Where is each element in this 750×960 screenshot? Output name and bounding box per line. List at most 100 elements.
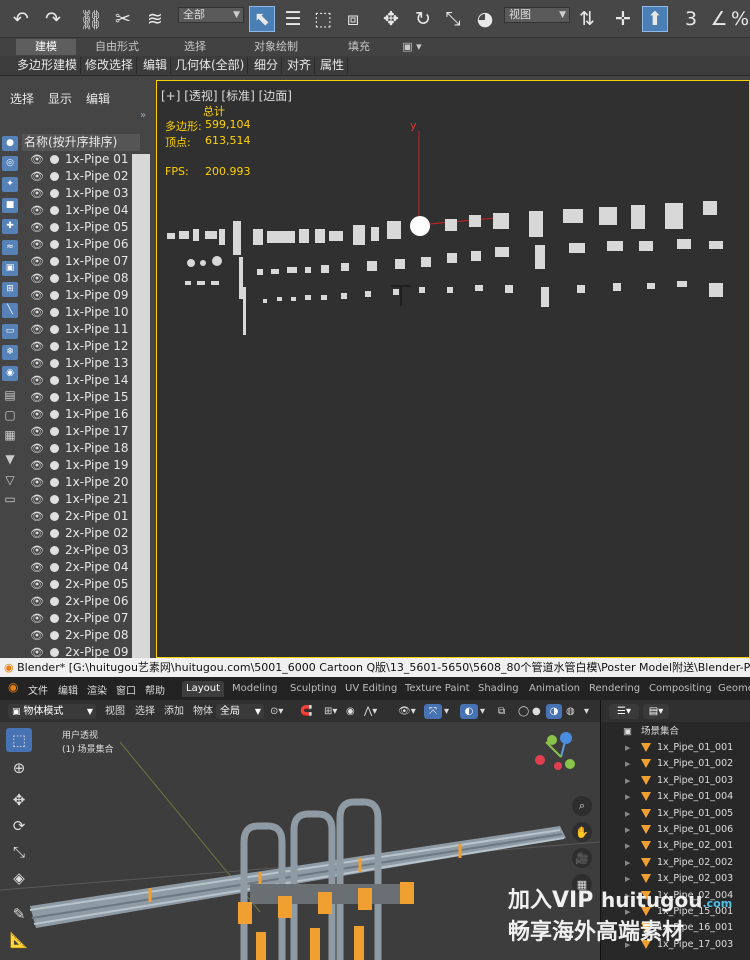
freeze-dot-icon[interactable] — [50, 257, 59, 266]
explorer-row[interactable]: 👁 1x-Pipe 01 — [22, 151, 150, 168]
explorer-row[interactable]: 👁 1x-Pipe 09 — [22, 287, 150, 304]
menu-window[interactable]: 窗口 — [116, 682, 136, 697]
modify-selection-button[interactable]: 修改选择 — [82, 57, 138, 74]
freeze-dot-icon[interactable] — [50, 631, 59, 640]
visibility-eye-icon[interactable]: 👁 — [30, 270, 44, 287]
visibility-eye-icon[interactable]: 👁 — [30, 627, 44, 644]
visibility-eye-icon[interactable]: 👁 — [30, 219, 44, 236]
subdivision-button[interactable]: 细分 — [251, 57, 283, 74]
visibility-eye-icon[interactable]: 👁 — [30, 168, 44, 185]
expand-arrow-icon[interactable]: ▶ — [625, 773, 630, 789]
freeze-dot-icon[interactable] — [50, 393, 59, 402]
display-hidden-icon[interactable]: ◉ — [2, 366, 18, 381]
explorer-row[interactable]: 👁 1x-Pipe 03 — [22, 185, 150, 202]
visibility-eye-icon[interactable]: 👁 — [30, 372, 44, 389]
explorer-row[interactable]: 👁 1x-Pipe 18 — [22, 440, 150, 457]
outliner-item[interactable]: ▶ 1x_Pipe_01_006 — [601, 822, 750, 838]
visibility-eye-icon[interactable]: 👁 — [30, 253, 44, 270]
reference-coordinate-dropdown[interactable]: 视图 ▼ — [504, 7, 570, 23]
visibility-eye-icon[interactable]: 👁 — [30, 185, 44, 202]
freeze-dot-icon[interactable] — [50, 563, 59, 572]
outliner-scene-collection[interactable]: ▣ 场景集合 — [601, 724, 750, 740]
workspace-tab[interactable]: Shading — [474, 681, 523, 697]
explorer-row[interactable]: 👁 1x-Pipe 02 — [22, 168, 150, 185]
align-button[interactable]: 对齐 — [284, 57, 316, 74]
menu-help[interactable]: 帮助 — [145, 682, 165, 697]
menu-object[interactable]: 物体 — [193, 704, 213, 719]
select-manipulate-icon[interactable]: ✛ — [610, 6, 636, 32]
shading-material-icon[interactable]: ◑ — [546, 704, 562, 719]
workspace-tab[interactable]: Modeling — [228, 681, 282, 697]
transform-tool-icon[interactable]: ◈ — [6, 866, 32, 890]
outliner-display-mode-dropdown[interactable]: ☰▾ — [609, 704, 639, 719]
freeze-dot-icon[interactable] — [50, 614, 59, 623]
expand-arrow-icon[interactable]: ▶ — [625, 740, 630, 756]
workspace-tab[interactable]: Geome — [714, 681, 750, 697]
freeze-dot-icon[interactable] — [50, 155, 59, 164]
navigation-gizmo-icon[interactable] — [534, 730, 588, 784]
shading-wireframe-icon[interactable]: ◯ — [518, 704, 529, 719]
explorer-row[interactable]: 👁 2x-Pipe 05 — [22, 576, 150, 593]
redo-icon[interactable]: ↷ — [40, 6, 66, 32]
workspace-tab[interactable]: Sculpting — [286, 681, 341, 697]
display-groups-icon[interactable]: ▣ — [2, 261, 18, 276]
workspace-tab[interactable]: Rendering — [585, 681, 644, 697]
freeze-dot-icon[interactable] — [50, 648, 59, 657]
workspace-tab[interactable]: UV Editing — [341, 681, 401, 697]
filter-selected-icon[interactable]: ▽ — [2, 473, 18, 488]
freeze-dot-icon[interactable] — [50, 410, 59, 419]
explorer-row[interactable]: 👁 1x-Pipe 12 — [22, 338, 150, 355]
shading-dropdown-icon[interactable]: ▾ — [584, 704, 589, 719]
display-shapes-icon[interactable]: ◎ — [2, 156, 18, 171]
explorer-row[interactable]: 👁 1x-Pipe 20 — [22, 474, 150, 491]
freeze-dot-icon[interactable] — [50, 172, 59, 181]
display-spacewarps-icon[interactable]: ≈ — [2, 240, 18, 255]
expand-arrow-icon[interactable]: ▶ — [625, 838, 630, 854]
expand-chevron-icon[interactable]: » — [140, 110, 146, 121]
explorer-row[interactable]: 👁 1x-Pipe 13 — [22, 355, 150, 372]
explorer-row[interactable]: 👁 1x-Pipe 14 — [22, 372, 150, 389]
snap-target-icon[interactable]: ⊞▾ — [324, 704, 337, 719]
overlay-toggle-icon[interactable]: ◐ — [460, 704, 478, 719]
display-cameras-icon[interactable]: ■ — [2, 198, 18, 213]
geometry-all-button[interactable]: 几何体(全部) — [172, 57, 249, 74]
visibility-eye-icon[interactable]: 👁 — [30, 491, 44, 508]
freeze-dot-icon[interactable] — [50, 308, 59, 317]
visibility-icon[interactable]: 👁▾ — [398, 704, 416, 719]
gizmo-dropdown-icon[interactable]: ▾ — [444, 704, 449, 719]
gizmo-toggle-icon[interactable]: ⤧ — [424, 704, 442, 719]
outliner-item[interactable]: ▶ 1x_Pipe_02_002 — [601, 855, 750, 871]
outliner-item[interactable]: ▶ 1x_Pipe_02_001 — [601, 838, 750, 854]
expand-arrow-icon[interactable]: ▶ — [625, 822, 630, 838]
visibility-eye-icon[interactable]: 👁 — [30, 236, 44, 253]
visibility-eye-icon[interactable]: 👁 — [30, 525, 44, 542]
outliner-item[interactable]: ▶ 1x_Pipe_01_002 — [601, 756, 750, 772]
visibility-eye-icon[interactable]: 👁 — [30, 202, 44, 219]
display-particles-icon[interactable]: ❄ — [2, 345, 18, 360]
freeze-dot-icon[interactable] — [50, 359, 59, 368]
blender-menu-logo-icon[interactable]: ◉ — [8, 680, 18, 694]
snap-toggle-icon[interactable]: 3 — [678, 6, 704, 32]
visibility-eye-icon[interactable]: 👁 — [30, 593, 44, 610]
undo-icon[interactable]: ↶ — [8, 6, 34, 32]
visibility-eye-icon[interactable]: 👁 — [30, 610, 44, 627]
shading-rendered-icon[interactable]: ◍ — [566, 704, 575, 719]
outliner-item[interactable]: ▶ 1x_Pipe_01_005 — [601, 806, 750, 822]
percent-snap-icon[interactable]: % — [730, 6, 750, 32]
display-containers-icon[interactable]: ▭ — [2, 324, 18, 339]
explorer-menu-select[interactable]: 选择 — [10, 90, 34, 107]
zoom-view-icon[interactable]: ⌕ — [572, 796, 592, 816]
explorer-row[interactable]: 👁 2x-Pipe 02 — [22, 525, 150, 542]
measure-tool-icon[interactable]: 📐 — [6, 928, 32, 952]
unlink-icon[interactable]: ✂ — [110, 6, 136, 32]
freeze-dot-icon[interactable] — [50, 206, 59, 215]
tab-freeform[interactable]: 自由形式 — [82, 39, 152, 55]
proportional-edit-icon[interactable]: ◉ — [346, 704, 355, 719]
explorer-row[interactable]: 👁 1x-Pipe 17 — [22, 423, 150, 440]
explorer-row[interactable]: 👁 2x-Pipe 01 — [22, 508, 150, 525]
expand-arrow-icon[interactable]: ▶ — [625, 855, 630, 871]
freeze-dot-icon[interactable] — [50, 291, 59, 300]
explorer-column-header[interactable]: 名称(按升序排序) — [22, 134, 140, 151]
menu-select[interactable]: 选择 — [135, 704, 155, 719]
link-icon[interactable]: ⛓ — [78, 6, 104, 32]
